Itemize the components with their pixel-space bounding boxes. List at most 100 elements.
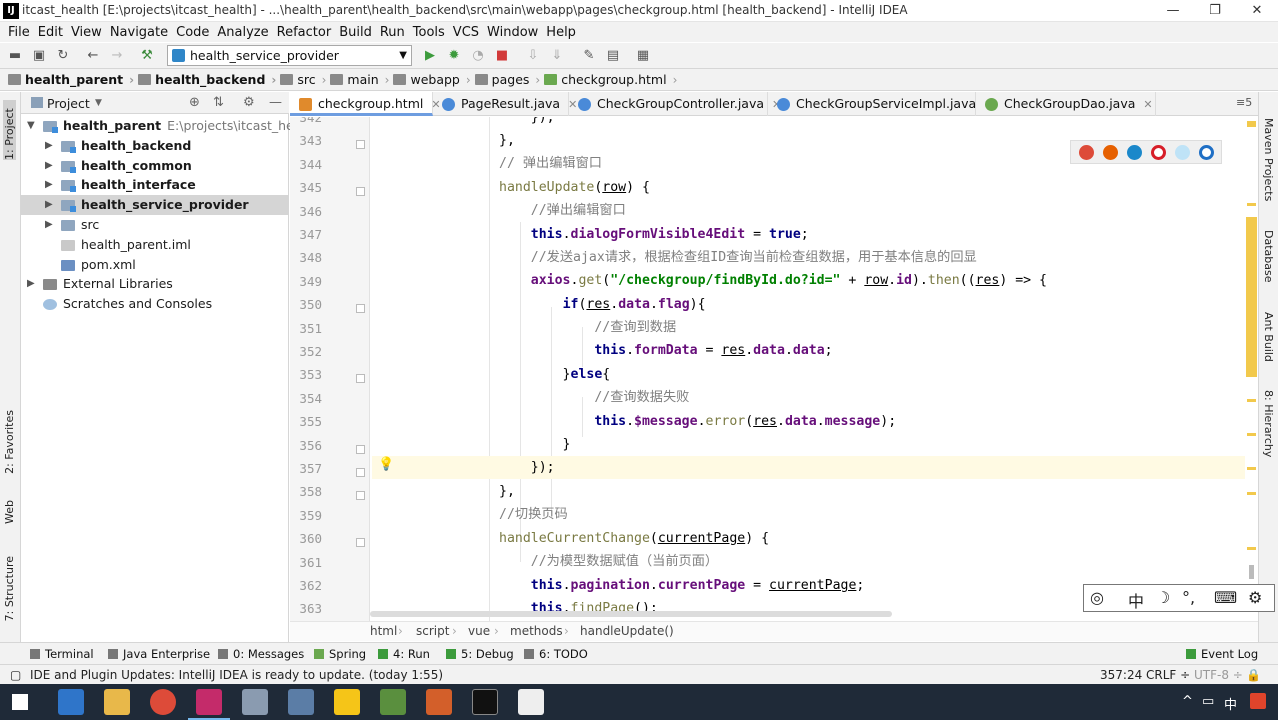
editor-crumb[interactable]: methods <box>510 624 563 638</box>
file-explorer-icon[interactable] <box>104 689 130 715</box>
intellij-icon[interactable] <box>188 689 230 720</box>
code-line[interactable]: //弹出编辑窗口 <box>372 199 1258 222</box>
typora-icon[interactable] <box>518 689 544 715</box>
code-line[interactable]: //查询到数据 <box>372 316 1258 339</box>
editor-crumb[interactable]: vue <box>468 624 490 638</box>
ime-moon-icon[interactable]: ☽ <box>1156 588 1170 607</box>
tool-tab-ant-build[interactable]: Ant Build <box>1262 312 1275 362</box>
app-icon[interactable] <box>242 689 268 715</box>
breadcrumb-item[interactable]: health_parent › <box>8 72 134 87</box>
breadcrumb-item[interactable]: checkgroup.html › <box>544 72 677 87</box>
menu-navigate[interactable]: Navigate <box>106 25 172 40</box>
code-line[interactable]: if(res.data.flag){ <box>372 293 1258 316</box>
code-line[interactable]: handleUpdate(row) { <box>372 176 1258 199</box>
line-separator[interactable]: CRLF ÷ <box>1146 668 1190 682</box>
project-tree-item[interactable]: pom.xml <box>21 255 289 275</box>
firefox-icon[interactable] <box>1103 145 1118 160</box>
code-line[interactable]: //切换页码 <box>372 503 1258 526</box>
notepad-icon[interactable] <box>380 689 406 715</box>
settings-wrench-icon[interactable]: ✎ <box>580 47 598 65</box>
tool-tab-favorites[interactable]: 2: Favorites <box>3 410 16 474</box>
fold-marker-icon[interactable] <box>356 187 365 197</box>
menu-view[interactable]: View <box>67 25 106 40</box>
tool-tab-structure[interactable]: 7: Structure <box>3 556 16 621</box>
back-icon[interactable]: ← <box>84 47 102 65</box>
project-view-select[interactable]: Project <box>47 96 90 111</box>
tool-tab-spring[interactable]: Spring <box>314 647 366 661</box>
project-structure-icon[interactable]: ▤ <box>604 47 622 65</box>
code-line[interactable]: handleCurrentChange(currentPage) { <box>372 527 1258 550</box>
menu-edit[interactable]: Edit <box>34 25 67 40</box>
yandex-icon[interactable] <box>1175 145 1190 160</box>
menu-run[interactable]: Run <box>376 25 409 40</box>
project-tree-item[interactable]: ▶ health_backend <box>21 136 289 156</box>
breadcrumb-item[interactable]: src › <box>280 72 326 87</box>
opera-icon[interactable] <box>1151 145 1166 160</box>
menu-code[interactable]: Code <box>172 25 213 40</box>
forward-icon[interactable]: → <box>108 47 126 65</box>
tool-tab-messages[interactable]: 0: Messages <box>218 647 304 661</box>
fold-marker-icon[interactable] <box>356 538 365 548</box>
code-line[interactable]: } <box>372 433 1258 456</box>
project-tree-item[interactable]: ▶ health_common <box>21 156 289 176</box>
tool-tab-run[interactable]: 4: Run <box>378 647 430 661</box>
chrome-icon[interactable] <box>1079 145 1094 160</box>
locate-icon[interactable]: ⊕ <box>189 95 200 110</box>
coverage-icon[interactable]: ◔ <box>469 47 487 65</box>
keyboard-icon[interactable]: ⌨ <box>1214 588 1237 607</box>
breadcrumb-item[interactable]: health_backend › <box>138 72 276 87</box>
project-tree-item[interactable]: ▼ health_parent E:\projects\itcast_health\… <box>21 116 338 136</box>
tab-checkgroupserviceimpl-java[interactable]: CheckGroupServiceImpl.java✕ <box>768 92 993 116</box>
project-tree-item[interactable]: ▶ src <box>21 215 289 235</box>
tray-expand-icon[interactable]: ^ <box>1182 694 1193 709</box>
chevron-right-icon[interactable]: ▶ <box>27 274 35 294</box>
fold-marker-icon[interactable] <box>356 140 365 150</box>
tray-network-icon[interactable]: ▭ <box>1202 694 1214 709</box>
project-tree-item[interactable]: ▶ health_interface <box>21 175 289 195</box>
chevron-right-icon[interactable]: ▶ <box>45 215 53 235</box>
code-line[interactable]: }else{ <box>372 363 1258 386</box>
chevron-down-icon[interactable]: ▼ <box>95 98 102 108</box>
save-icon[interactable]: ▣ <box>30 47 48 65</box>
code-line[interactable]: axios.get("/checkgroup/findById.do?id=" … <box>372 269 1258 292</box>
code-line[interactable]: //发送ajax请求，根据检查组ID查询当前检查组数据，用于基本信息的回显 <box>372 246 1258 269</box>
tool-tab-java-enterprise[interactable]: Java Enterprise <box>108 647 210 661</box>
code-line-current[interactable]: }); <box>372 456 1258 480</box>
stop-icon[interactable]: ■ <box>493 47 511 65</box>
tool-tab-maven-projects[interactable]: Maven Projects <box>1262 118 1275 201</box>
tab-checkgroupcontroller-java[interactable]: CheckGroupController.java✕ <box>569 92 781 116</box>
tab-checkgroupdao-java[interactable]: CheckGroupDao.java ✕ <box>976 92 1156 116</box>
chevron-down-icon[interactable]: ▼ <box>27 116 35 136</box>
app-icon[interactable] <box>288 689 314 715</box>
chevron-right-icon[interactable]: ▶ <box>45 175 53 195</box>
project-tree-item[interactable]: ▶ External Libraries <box>21 274 289 294</box>
menu-window[interactable]: Window <box>483 25 542 40</box>
open-folder-icon[interactable]: ▬ <box>6 47 24 65</box>
menu-analyze[interactable]: Analyze <box>213 25 272 40</box>
app-icon[interactable] <box>334 689 360 715</box>
code-line[interactable]: this.$message.error(res.data.message); <box>372 410 1258 433</box>
tool-tab-debug[interactable]: 5: Debug <box>446 647 514 661</box>
collapse-all-icon[interactable]: ⇅ <box>213 95 224 110</box>
chrome-icon[interactable] <box>150 689 176 715</box>
error-stripe[interactable] <box>1245 117 1258 621</box>
minimize-button[interactable]: — <box>1150 0 1196 22</box>
project-tree-item[interactable]: Scratches and Consoles <box>21 294 289 314</box>
gear-icon[interactable]: ⚙ <box>243 95 255 110</box>
code-line[interactable]: }); <box>372 117 1258 129</box>
fold-marker-icon[interactable] <box>356 374 365 384</box>
tool-tab-event-log[interactable]: Event Log <box>1186 647 1258 661</box>
breadcrumb-item[interactable]: webapp › <box>393 72 471 87</box>
ime-chinese-toggle[interactable]: 中 <box>1128 588 1144 612</box>
breadcrumb-item[interactable]: pages › <box>474 72 540 87</box>
sogou-icon[interactable] <box>1250 693 1266 709</box>
project-tree-item[interactable]: ▶ health_service_provider <box>21 195 289 216</box>
tool-tab-terminal[interactable]: Terminal <box>30 647 94 661</box>
build-hammer-icon[interactable]: ⚒ <box>138 47 156 65</box>
code-line[interactable]: this.formData = res.data.data; <box>372 339 1258 362</box>
editor-crumb[interactable]: html <box>370 624 397 638</box>
sync-icon[interactable]: ↻ <box>54 47 72 65</box>
windows-start-icon[interactable] <box>12 694 28 710</box>
deploy-icon[interactable]: ⇓ <box>548 47 566 65</box>
cmd-icon[interactable] <box>472 689 498 715</box>
